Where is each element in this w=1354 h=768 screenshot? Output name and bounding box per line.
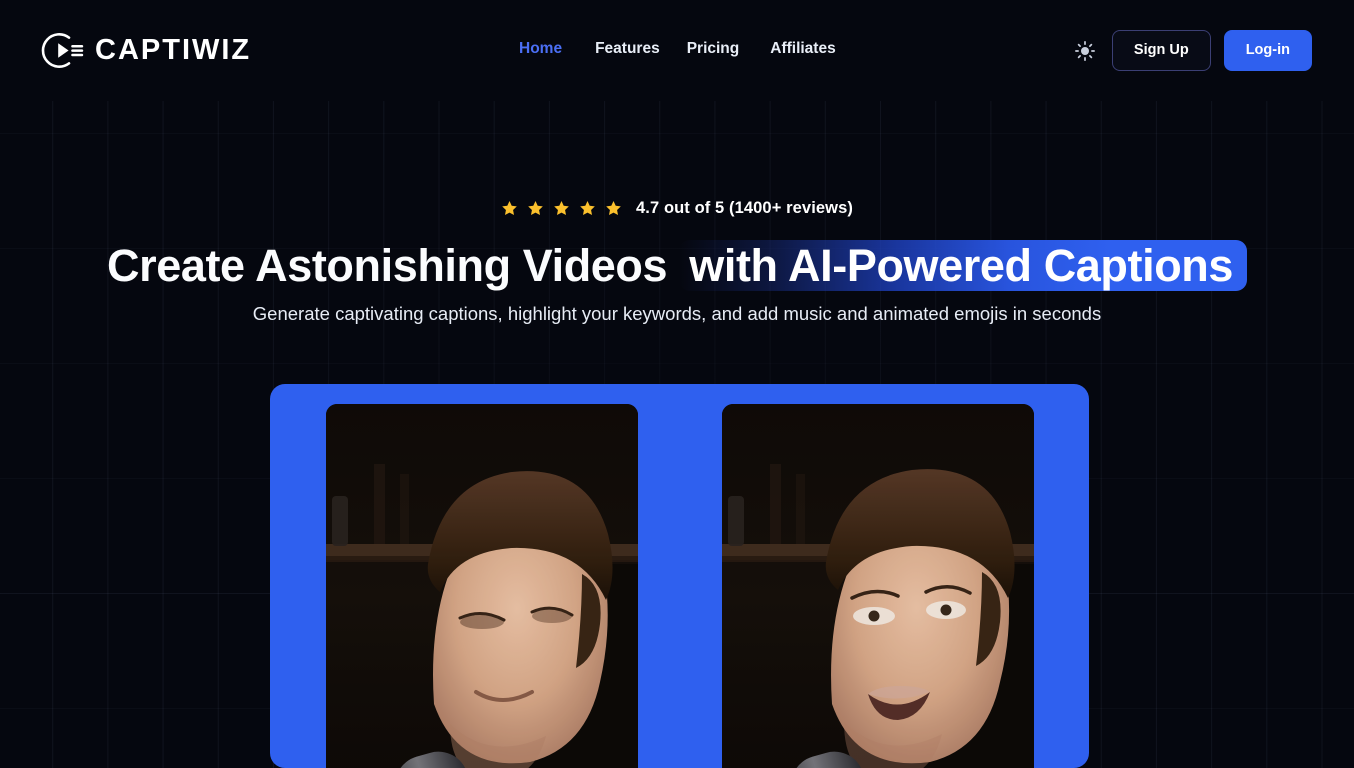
headline-highlight: with AI-Powered Captions [679, 240, 1247, 291]
rating-stars [501, 200, 622, 217]
video-showcase-card [270, 384, 1089, 768]
video-showcase-row [270, 384, 1089, 768]
brand-logo[interactable]: CAPTIWIZ [40, 28, 251, 73]
nav-item-home[interactable]: Home [519, 40, 595, 58]
log-in-button[interactable]: Log-in [1223, 30, 1312, 71]
brand-name: CAPTIWIZ [95, 34, 252, 66]
star-icon [579, 200, 596, 217]
site-header: CAPTIWIZ Home Features Pricing Affiliate… [0, 0, 1354, 101]
main-navigation: Home Features Pricing Affiliates [519, 40, 861, 58]
rating-text: 4.7 out of 5 (1400+ reviews) [636, 199, 853, 217]
rating-block: 4.7 out of 5 (1400+ reviews) [0, 199, 1354, 218]
star-icon [605, 200, 622, 217]
headline-plain: Create Astonishing Videos [107, 240, 680, 291]
star-icon [553, 200, 570, 217]
hero-subtitle: Generate captivating captions, highlight… [252, 303, 1102, 324]
header-actions: Sign Up Log-in [1071, 30, 1312, 71]
star-icon [527, 200, 544, 217]
page-root: CAPTIWIZ Home Features Pricing Affiliate… [0, 0, 1354, 768]
nav-item-pricing[interactable]: Pricing [687, 40, 771, 58]
sun-icon[interactable] [1071, 37, 1099, 65]
video-preview-right[interactable] [721, 404, 1034, 768]
sign-up-button[interactable]: Sign Up [1111, 30, 1211, 71]
page-title: Create Astonishing Videos with AI-Powere… [0, 236, 1354, 296]
nav-item-affiliates[interactable]: Affiliates [770, 40, 860, 58]
star-icon [501, 200, 518, 217]
nav-item-features[interactable]: Features [595, 40, 687, 58]
play-circle-captions-icon [40, 28, 85, 73]
video-preview-left[interactable] [325, 404, 638, 768]
